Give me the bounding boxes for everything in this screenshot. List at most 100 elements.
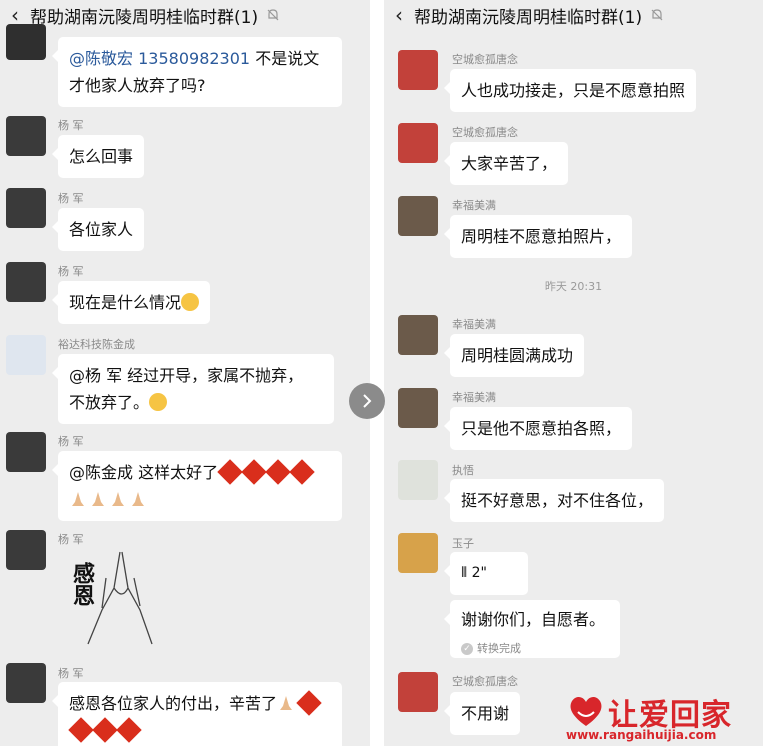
message-text: 周明桂不愿意拍照片， [461, 227, 622, 246]
convert-status: ✓ 转换完成 [461, 635, 521, 662]
praying-hands-icon [280, 696, 293, 710]
message-bubble[interactable]: @陈敬宏 13580982301 不是说文 才他家人放弃了吗? [52, 37, 342, 107]
avatar[interactable] [6, 188, 46, 228]
fu-emoji-icon [68, 717, 94, 743]
time-separator: 昨天 20:31 [544, 280, 603, 293]
avatar[interactable] [6, 116, 46, 156]
fu-emoji-icon [217, 459, 243, 485]
flushed-face-emoji-icon [181, 293, 200, 311]
avatar[interactable] [6, 530, 46, 570]
sender-name: 幸福美满 [452, 391, 496, 404]
sender-name: 执悟 [452, 464, 474, 477]
fu-emoji-icon [241, 459, 267, 485]
message-bubble[interactable]: 周明桂不愿意拍照片， [443, 215, 633, 258]
message-text: 周明桂圆满成功 [461, 346, 574, 365]
fu-emoji-icon [116, 717, 142, 743]
gratitude-sticker[interactable]: 感恩 [62, 548, 158, 650]
check-icon: ✓ [461, 642, 473, 655]
voice-wave-icon: ⦀ [461, 565, 468, 581]
avatar[interactable] [6, 24, 46, 60]
sender-name: 空城愈孤唐念 [452, 53, 518, 66]
message-text: @杨 军 经过开导，家属不抛弃， [69, 366, 304, 385]
praying-hands-icon [72, 492, 84, 506]
sender-name: 幸福美满 [452, 318, 496, 331]
avatar[interactable] [398, 388, 438, 428]
fu-emoji-icon [265, 459, 291, 485]
message-bubble[interactable]: 挺不好意思，对不住各位， [443, 479, 665, 522]
message-text: 挺不好意思，对不住各位， [461, 491, 654, 510]
back-chevron-icon[interactable]: ‹ [384, 3, 414, 27]
sticker-text: 感恩 [69, 562, 95, 606]
status-text: 转换完成 [477, 642, 521, 655]
message-text: 人也成功接走，只是不愿意拍照 [461, 81, 686, 100]
voice-transcript[interactable]: 谢谢你们，自愿者。 ✓ 转换完成 [444, 600, 620, 658]
chat-title: 帮助湖南沅陵周明桂临时群(1) [30, 7, 259, 28]
sender-name: 裕达科技陈金成 [58, 338, 135, 351]
mute-bell-icon [651, 9, 663, 21]
voice-duration: 2" [471, 565, 487, 581]
left-chat-panel: ‹ 帮助湖南沅陵周明桂临时群(1) @陈敬宏 13580982301 不是说文 … [0, 0, 370, 746]
message-bubble[interactable]: @陈金成 这样太好了 [52, 451, 342, 521]
message-text: 感恩各位家人的付出，辛苦了 [69, 694, 278, 713]
praying-hands-icon [132, 492, 144, 506]
next-arrow-icon[interactable] [349, 383, 385, 419]
message-text: 谢谢你们，自愿者。 [461, 610, 606, 629]
avatar[interactable] [6, 432, 46, 472]
voice-message[interactable]: ⦀ 2" [444, 552, 528, 595]
avatar[interactable] [398, 672, 438, 712]
crying-face-emoji-icon [149, 393, 168, 411]
watermark-url: www.rangaihuijia.com [566, 728, 717, 742]
message-text: 大家辛苦了， [461, 154, 558, 173]
avatar[interactable] [398, 533, 438, 573]
message-bubble[interactable]: 现在是什么情况 [51, 281, 211, 324]
message-bubble[interactable]: 各位家人 [51, 208, 145, 251]
sender-name: 幸福美满 [452, 199, 496, 212]
watermark: 让爱回家 www.rangaihuijia.com [566, 692, 763, 746]
fu-emoji-icon [92, 717, 118, 743]
sender-name: 空城愈孤唐念 [452, 675, 518, 688]
avatar[interactable] [6, 663, 46, 703]
mention[interactable]: @陈敬宏 [69, 49, 133, 68]
avatar[interactable] [6, 335, 46, 375]
avatar[interactable] [398, 123, 438, 163]
fu-emoji-icon [296, 690, 322, 716]
praying-hands-icon [92, 492, 104, 506]
message-text: 不是说文 [255, 49, 320, 68]
message-bubble[interactable]: 怎么回事 [51, 135, 145, 178]
message-text: 不用谢 [461, 704, 510, 723]
chat-header: ‹ 帮助湖南沅陵周明桂临时群(1) [384, 0, 763, 30]
avatar[interactable] [6, 262, 46, 302]
sender-name: 杨 军 [58, 667, 84, 680]
sender-name: 空城愈孤唐念 [452, 126, 518, 139]
message-bubble[interactable]: 人也成功接走，只是不愿意拍照 [443, 69, 697, 112]
message-bubble[interactable]: 大家辛苦了， [443, 142, 569, 185]
message-bubble[interactable]: @杨 军 经过开导，家属不抛弃， 不放弃了。 [52, 354, 334, 424]
message-text: 怎么回事 [69, 147, 134, 166]
message-text: 才他家人放弃了吗? [69, 76, 206, 95]
sender-name: 杨 军 [58, 265, 84, 278]
message-bubble[interactable]: 只是他不愿意拍各照， [443, 407, 633, 450]
right-chat-panel: ‹ 帮助湖南沅陵周明桂临时群(1) 空城愈孤唐念 人也成功接走，只是不愿意拍照 … [384, 0, 763, 746]
message-text: 不放弃了。 [69, 393, 150, 412]
chat-header: ‹ 帮助湖南沅陵周明桂临时群(1) [0, 0, 370, 30]
avatar[interactable] [398, 460, 438, 500]
avatar[interactable] [398, 50, 438, 90]
sender-name: 杨 军 [58, 435, 84, 448]
message-bubble[interactable]: 不用谢 [443, 692, 521, 735]
chat-title: 帮助湖南沅陵周明桂临时群(1) [414, 7, 643, 28]
message-text: 现在是什么情况 [69, 293, 182, 312]
sender-name: 玉子 [452, 537, 474, 550]
message-text: @陈金成 这样太好了 [69, 463, 219, 482]
sender-name: 杨 军 [58, 119, 84, 132]
message-bubble[interactable]: 感恩各位家人的付出，辛苦了 [52, 682, 342, 746]
fu-emoji-icon [289, 459, 315, 485]
avatar[interactable] [398, 315, 438, 355]
message-bubble[interactable]: 周明桂圆满成功 [443, 334, 585, 377]
praying-hands-icon [112, 492, 124, 506]
heart-hands-logo-icon [570, 696, 602, 726]
mute-bell-icon [267, 9, 279, 21]
sender-name: 杨 军 [58, 533, 84, 546]
panel-divider [370, 0, 384, 746]
avatar[interactable] [398, 196, 438, 236]
phone-link[interactable]: 13580982301 [138, 49, 250, 68]
